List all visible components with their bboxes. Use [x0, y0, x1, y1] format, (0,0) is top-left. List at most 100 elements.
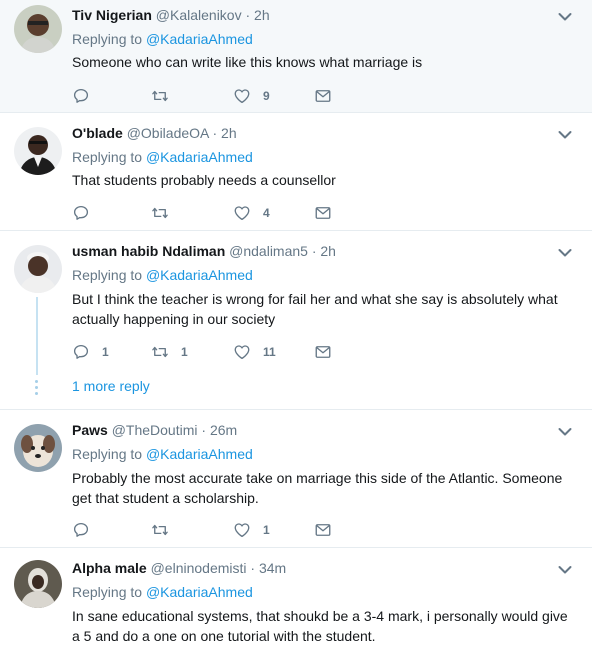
tweet-text: In sane educational systems, that shoukd…: [72, 608, 568, 644]
reply-button[interactable]: [72, 203, 102, 223]
replying-to-label: Replying to: [72, 584, 143, 600]
chevron-down-icon[interactable]: [558, 12, 572, 22]
replying-to: Replying to @KadariaAhmed: [72, 267, 253, 283]
tweet-header: usman habib Ndaliman @ndaliman5 · 2h: [72, 243, 336, 259]
tweet-actions: 4: [72, 203, 372, 223]
direct-message-icon: [314, 204, 332, 222]
tweet-time[interactable]: · 2h: [312, 243, 336, 259]
user-name[interactable]: O'blade: [72, 125, 123, 141]
mention-link[interactable]: @KadariaAhmed: [146, 267, 253, 283]
reply-icon: [72, 87, 90, 105]
avatar[interactable]: [14, 5, 62, 53]
user-name[interactable]: Tiv Nigerian: [72, 7, 152, 23]
retweet-icon: [151, 87, 169, 105]
retweet-icon: [151, 343, 169, 361]
mention-link[interactable]: @KadariaAhmed: [146, 446, 253, 462]
tweet-time[interactable]: · 34m: [250, 560, 286, 576]
heart-icon: [233, 343, 251, 361]
direct-message-button[interactable]: [314, 203, 332, 223]
reply-count: 1: [102, 345, 109, 359]
replying-to: Replying to @KadariaAhmed: [72, 149, 253, 165]
like-count: 1: [263, 523, 270, 537]
tweet-text: That students probably needs a counsello…: [72, 172, 336, 188]
like-count: 4: [263, 206, 270, 220]
replying-to: Replying to @KadariaAhmed: [72, 31, 253, 47]
reply-button[interactable]: [72, 520, 102, 540]
like-button[interactable]: 4: [233, 203, 270, 223]
retweet-button[interactable]: [151, 86, 181, 106]
heart-icon: [233, 521, 251, 539]
tweet-actions: 9: [72, 86, 372, 106]
avatar[interactable]: [14, 424, 62, 472]
replying-to-label: Replying to: [72, 446, 143, 462]
tweet-card[interactable]: Alpha male @elninodemisti · 34m Replying…: [0, 548, 592, 649]
replying-to: Replying to @KadariaAhmed: [72, 446, 253, 462]
heart-icon: [233, 87, 251, 105]
reply-button[interactable]: 1: [72, 342, 109, 362]
tweet-header: Paws @TheDoutimi · 26m: [72, 422, 237, 438]
thread-line: [36, 297, 38, 375]
user-handle[interactable]: @ObiladeOA: [127, 125, 209, 141]
like-button[interactable]: 9: [233, 86, 270, 106]
user-name[interactable]: Paws: [72, 422, 108, 438]
replying-to-label: Replying to: [72, 31, 143, 47]
chevron-down-icon[interactable]: [558, 427, 572, 437]
tweet-card[interactable]: Tiv Nigerian @Kalalenikov · 2h Replying …: [0, 0, 592, 113]
tweet-card[interactable]: usman habib Ndaliman @ndaliman5 · 2h Rep…: [0, 231, 592, 410]
reply-icon: [72, 521, 90, 539]
reply-icon: [72, 204, 90, 222]
like-count: 11: [263, 345, 276, 359]
mention-link[interactable]: @KadariaAhmed: [146, 149, 253, 165]
tweet-header: O'blade @ObiladeOA · 2h: [72, 125, 237, 141]
like-button[interactable]: 11: [233, 342, 276, 362]
mention-link[interactable]: @KadariaAhmed: [146, 31, 253, 47]
tweet-time[interactable]: · 26m: [201, 422, 237, 438]
heart-icon: [233, 204, 251, 222]
avatar[interactable]: [14, 560, 62, 608]
replying-to-label: Replying to: [72, 267, 143, 283]
direct-message-button[interactable]: [314, 342, 332, 362]
direct-message-button[interactable]: [314, 86, 332, 106]
retweet-icon: [151, 521, 169, 539]
chevron-down-icon[interactable]: [558, 565, 572, 575]
avatar[interactable]: [14, 245, 62, 293]
user-handle[interactable]: @TheDoutimi: [112, 422, 198, 438]
retweet-count: 1: [181, 345, 188, 359]
reply-button[interactable]: [72, 86, 102, 106]
tweet-card[interactable]: O'blade @ObiladeOA · 2h Replying to @Kad…: [0, 113, 592, 231]
avatar[interactable]: [14, 127, 62, 175]
tweet-header: Tiv Nigerian @Kalalenikov · 2h: [72, 7, 270, 23]
direct-message-icon: [314, 521, 332, 539]
more-replies-link[interactable]: 1 more reply: [72, 378, 150, 394]
user-name[interactable]: Alpha male: [72, 560, 147, 576]
retweet-button[interactable]: [151, 203, 181, 223]
like-count: 9: [263, 89, 270, 103]
tweet-time[interactable]: · 2h: [213, 125, 237, 141]
direct-message-icon: [314, 343, 332, 361]
replying-to: Replying to @KadariaAhmed: [72, 584, 253, 600]
reply-icon: [72, 343, 90, 361]
chevron-down-icon[interactable]: [558, 248, 572, 258]
tweet-actions: 1 1 11: [72, 342, 372, 362]
tweet-text: Probably the most accurate take on marri…: [72, 470, 563, 506]
thread-dots: [35, 380, 39, 398]
chevron-down-icon[interactable]: [558, 130, 572, 140]
user-name[interactable]: usman habib Ndaliman: [72, 243, 225, 259]
like-button[interactable]: 1: [233, 520, 270, 540]
tweet-header: Alpha male @elninodemisti · 34m: [72, 560, 286, 576]
tweet-actions: 1: [72, 520, 372, 540]
direct-message-icon: [314, 87, 332, 105]
user-handle[interactable]: @ndaliman5: [229, 243, 308, 259]
retweet-icon: [151, 204, 169, 222]
retweet-button[interactable]: [151, 520, 181, 540]
mention-link[interactable]: @KadariaAhmed: [146, 584, 253, 600]
user-handle[interactable]: @Kalalenikov: [156, 7, 242, 23]
tweet-card[interactable]: Paws @TheDoutimi · 26m Replying to @Kada…: [0, 410, 592, 548]
tweet-text: But I think the teacher is wrong for fai…: [72, 291, 558, 327]
direct-message-button[interactable]: [314, 520, 332, 540]
tweet-time[interactable]: · 2h: [245, 7, 269, 23]
retweet-button[interactable]: 1: [151, 342, 188, 362]
replying-to-label: Replying to: [72, 149, 143, 165]
user-handle[interactable]: @elninodemisti: [151, 560, 247, 576]
tweet-text: Someone who can write like this knows wh…: [72, 54, 423, 70]
